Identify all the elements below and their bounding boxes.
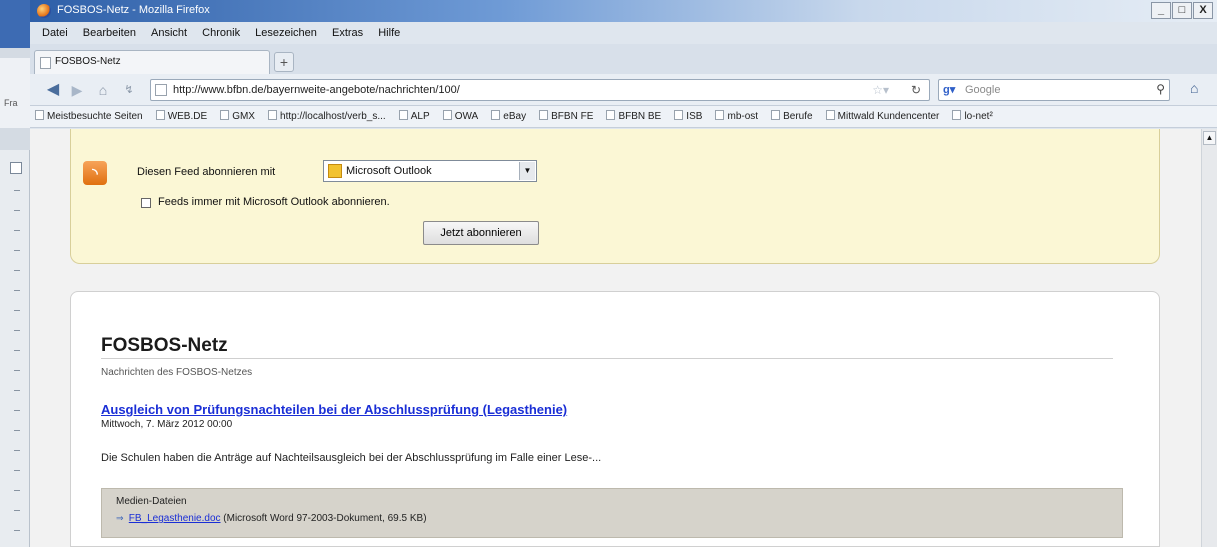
search-icon[interactable]: ⚲ — [1156, 82, 1165, 96]
bookmark-icon — [715, 110, 725, 120]
bookmark-icon — [268, 110, 278, 120]
tab-fosbos-netz[interactable]: FOSBOS-Netz — [34, 50, 270, 74]
bookmark-icon — [155, 110, 165, 120]
bookmark-icon — [442, 110, 452, 120]
window-controls: _ □ X — [1151, 2, 1213, 19]
attachment-icon: ⇒ — [116, 513, 124, 523]
feed-article-panel: FOSBOS-Netz Nachrichten des FOSBOS-Netze… — [70, 291, 1160, 547]
close-button[interactable]: X — [1193, 2, 1213, 19]
bookmark-icon — [606, 110, 616, 120]
identity-lock-icon[interactable]: ⌂ — [92, 80, 114, 100]
bookmarks-toolbar: Meistbesuchte Seiten WEB.DE GMX http://l… — [30, 106, 1217, 128]
chevron-down-icon[interactable]: ▼ — [519, 162, 535, 180]
feed-item-title-link[interactable]: Ausgleich von Prüfungsnachteilen bei der… — [101, 402, 567, 417]
page-favicon-icon — [40, 57, 51, 69]
always-subscribe-checkbox[interactable] — [141, 198, 151, 208]
attachment-row: ⇒ FB_Legasthenie.doc (Microsoft Word 97-… — [116, 513, 427, 524]
bookmark-item[interactable]: OWA — [438, 106, 484, 127]
menu-extras[interactable]: Extras — [326, 22, 369, 44]
media-files-heading: Medien-Dateien — [116, 496, 187, 507]
bookmark-item[interactable]: lo-net² — [947, 106, 997, 127]
firefox-icon — [37, 4, 51, 18]
bookmark-item[interactable]: WEB.DE — [151, 106, 212, 127]
search-placeholder: Google — [965, 84, 1001, 96]
bookmark-item[interactable]: BFBN FE — [534, 106, 598, 127]
feed-item-date: Mittwoch, 7. März 2012 00:00 — [101, 419, 233, 430]
bookmark-icon — [952, 110, 962, 120]
media-files-box: Medien-Dateien ⇒ FB_Legasthenie.doc (Mic… — [101, 488, 1123, 538]
bookmark-star-icon[interactable]: ☆▾ — [872, 83, 889, 97]
bookmark-icon — [771, 110, 781, 120]
bookmark-item[interactable]: eBay — [486, 106, 531, 127]
background-window-header — [0, 0, 30, 48]
subscribe-label: Diesen Feed abonnieren mit — [137, 166, 276, 178]
minimize-button[interactable]: _ — [1151, 2, 1171, 19]
menu-hilfe[interactable]: Hilfe — [372, 22, 406, 44]
new-tab-button[interactable]: + — [274, 52, 294, 72]
bookmark-icon — [398, 110, 408, 120]
subscribe-now-button[interactable]: Jetzt abonnieren — [423, 221, 539, 245]
home-icon[interactable]: ⌂ — [1190, 80, 1198, 96]
bookmark-icon — [220, 110, 230, 120]
bookmark-item[interactable]: GMX — [215, 106, 260, 127]
tab-label: FOSBOS-Netz — [55, 56, 121, 67]
site-favicon-icon — [155, 84, 167, 96]
heading-divider — [101, 358, 1113, 359]
bookmark-item[interactable]: Mittwald Kundencenter — [821, 106, 945, 127]
bookmark-icon — [539, 110, 549, 120]
bookmark-icon — [825, 110, 835, 120]
window-titlebar[interactable]: FOSBOS-Netz - Mozilla Firefox _ □ X — [30, 0, 1217, 22]
history-icon[interactable]: ↯ — [118, 80, 140, 100]
navigation-toolbar: ◀ ▶ ⌂ ↯ http://www.bfbn.de/bayernweite-a… — [30, 74, 1217, 106]
url-bar[interactable]: http://www.bfbn.de/bayernweite-angebote/… — [150, 79, 930, 101]
bookmark-icon — [35, 110, 44, 120]
bookmark-icon — [491, 110, 501, 120]
menu-bar: Datei Bearbeiten Ansicht Chronik Lesezei… — [30, 22, 1217, 44]
menu-datei[interactable]: Datei — [36, 22, 74, 44]
feed-heading: FOSBOS-Netz — [101, 335, 228, 356]
window-title: FOSBOS-Netz - Mozilla Firefox — [57, 4, 210, 16]
bookmark-item[interactable]: http://localhost/verb_s... — [263, 106, 391, 127]
vertical-scrollbar[interactable]: ▲ — [1201, 129, 1217, 547]
url-text: http://www.bfbn.de/bayernweite-angebote/… — [173, 84, 460, 96]
ruler-tab-selector[interactable] — [10, 162, 22, 174]
tab-bar: FOSBOS-Netz + — [30, 44, 1217, 74]
forward-arrow-icon[interactable]: ▶ — [66, 80, 88, 100]
feed-item-description: Die Schulen haben die Anträge auf Nachte… — [101, 452, 602, 464]
back-arrow-icon[interactable]: ◀ — [42, 80, 64, 100]
feed-subtitle: Nachrichten des FOSBOS-Netzes — [101, 367, 253, 378]
background-window-panel — [0, 58, 30, 128]
reload-icon[interactable]: ↻ — [911, 83, 921, 97]
menu-lesezeichen[interactable]: Lesezeichen — [249, 22, 323, 44]
bookmark-item[interactable]: mb-ost — [710, 106, 763, 127]
background-window-text: Fra — [4, 98, 18, 108]
menu-chronik[interactable]: Chronik — [196, 22, 246, 44]
bookmark-item[interactable]: BFBN BE — [601, 106, 666, 127]
feed-subscribe-box: ◝ Diesen Feed abonnieren mit Microsoft O… — [70, 129, 1160, 264]
bookmark-item[interactable]: ALP — [394, 106, 435, 127]
search-bar[interactable]: g▾ Google ⚲ — [938, 79, 1170, 101]
menu-bearbeiten[interactable]: Bearbeiten — [77, 22, 142, 44]
scroll-up-arrow-icon[interactable]: ▲ — [1203, 131, 1216, 145]
bookmark-item[interactable]: Berufe — [766, 106, 817, 127]
always-subscribe-label: Feeds immer mit Microsoft Outlook abonni… — [158, 196, 390, 208]
google-search-engine-icon[interactable]: g▾ — [943, 83, 959, 97]
bookmark-item[interactable]: Meistbesuchte Seiten — [30, 106, 148, 127]
rss-feed-icon: ◝ — [83, 161, 107, 185]
feed-reader-select[interactable]: Microsoft Outlook ▼ — [323, 160, 537, 182]
feed-reader-value: Microsoft Outlook — [346, 165, 432, 177]
attachment-link[interactable]: FB_Legasthenie.doc — [129, 513, 221, 524]
outlook-icon — [328, 164, 342, 178]
page-content: ◝ Diesen Feed abonnieren mit Microsoft O… — [30, 129, 1201, 547]
vertical-ruler — [0, 150, 30, 547]
attachment-info: (Microsoft Word 97-2003-Dokument, 69.5 K… — [223, 513, 427, 524]
bookmark-item[interactable]: ISB — [669, 106, 707, 127]
bookmark-icon — [674, 110, 684, 120]
menu-ansicht[interactable]: Ansicht — [145, 22, 193, 44]
maximize-button[interactable]: □ — [1172, 2, 1192, 19]
